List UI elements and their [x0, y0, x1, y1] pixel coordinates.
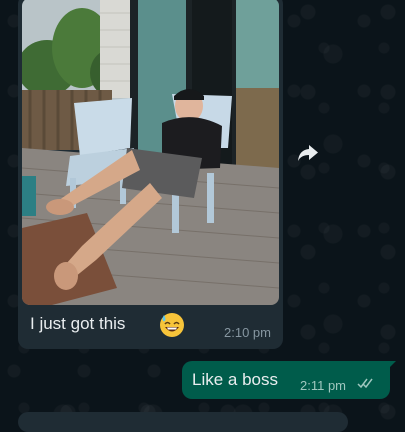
bubble-tail — [386, 361, 396, 371]
message-text: I just got this — [30, 314, 126, 333]
sweat-smile-emoji — [160, 313, 184, 337]
read-double-tick-icon — [357, 378, 373, 389]
forward-arrow-icon — [298, 145, 318, 161]
forward-button[interactable] — [289, 134, 327, 172]
message-text: Like a boss — [192, 370, 278, 389]
incoming-message-bubble-partial[interactable] — [18, 412, 348, 432]
message-timestamp: 2:10 pm — [224, 325, 271, 340]
message-photo[interactable] — [22, 0, 279, 305]
message-timestamp: 2:11 pm — [300, 378, 347, 393]
outgoing-message-bubble[interactable]: Like a boss 2:11 pm — [182, 361, 390, 399]
incoming-message-bubble[interactable]: I just got this 2:10 pm — [18, 0, 283, 349]
